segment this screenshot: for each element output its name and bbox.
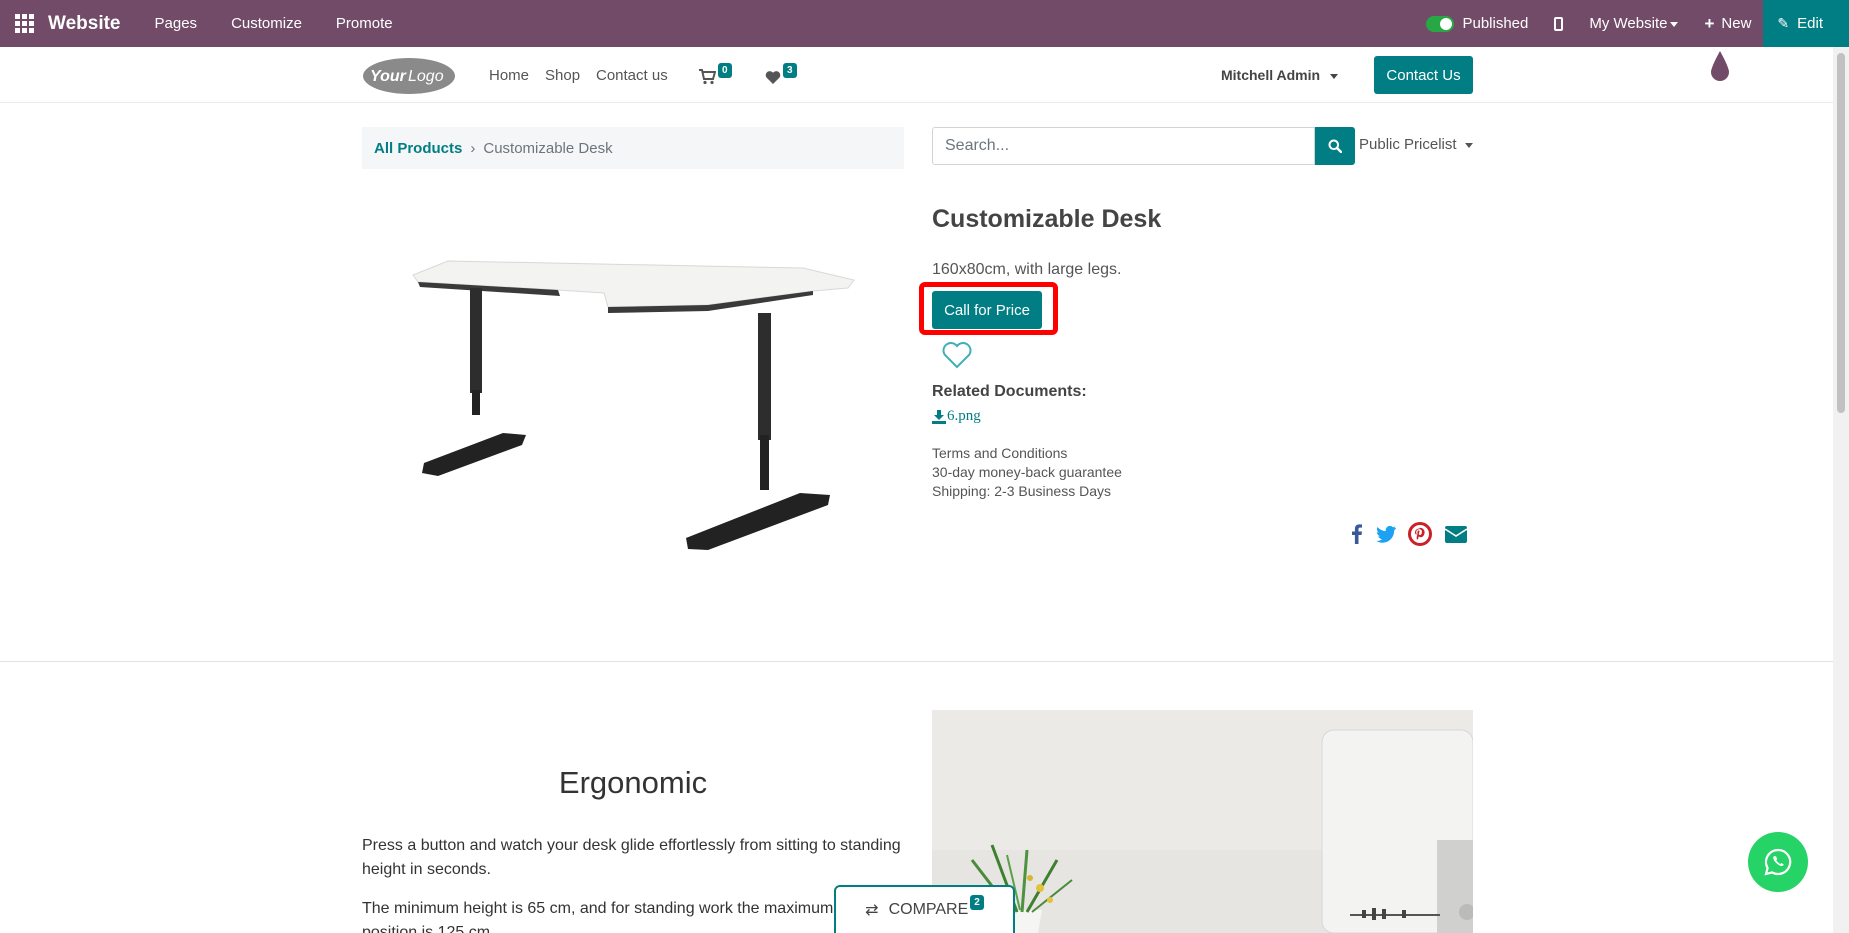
pencil-icon: ✎ (1777, 15, 1790, 31)
product-image[interactable] (408, 255, 858, 555)
search-icon (1328, 139, 1342, 153)
compare-count-badge: 2 (970, 894, 984, 910)
menu-promote[interactable]: Promote (336, 15, 393, 32)
svg-text:Your: Your (370, 68, 407, 85)
whatsapp-button[interactable] (1748, 832, 1808, 892)
guarantee-text: 30-day money-back guarantee (932, 464, 1122, 480)
section-paragraph-2: The minimum height is 65 cm, and for sta… (362, 900, 882, 933)
pinterest-icon[interactable] (1408, 522, 1432, 546)
terms-link[interactable]: Terms and Conditions (932, 444, 1122, 463)
breadcrumb-current: Customizable Desk (483, 139, 613, 157)
published-label[interactable]: Published (1462, 15, 1528, 32)
call-for-price-button[interactable]: Call for Price (932, 291, 1042, 329)
facebook-icon[interactable] (1345, 522, 1369, 546)
whatsapp-icon (1764, 848, 1792, 876)
scrollbar-thumb[interactable] (1837, 53, 1845, 413)
compare-button[interactable]: ⇄ COMPARE 2 (834, 885, 1015, 933)
wishlist-link[interactable]: 3 (765, 63, 797, 85)
contact-us-button[interactable]: Contact Us (1374, 56, 1473, 94)
published-toggle[interactable] (1426, 15, 1455, 32)
section-title: Ergonomic (558, 765, 708, 800)
new-button[interactable]: + New (1704, 14, 1751, 34)
breadcrumb-all-products[interactable]: All Products (374, 140, 462, 157)
section-divider (0, 661, 1833, 662)
product-title: Customizable Desk (932, 205, 1162, 233)
document-link[interactable]: 6.png (932, 408, 981, 425)
menu-customize[interactable]: Customize (231, 15, 302, 32)
section-paragraph-1: Press a button and watch your desk glide… (362, 837, 901, 878)
site-header: Your Logo Home Shop Contact us 0 3 Mitch… (0, 47, 1833, 103)
site-logo[interactable]: Your Logo (362, 55, 456, 95)
pricelist-dropdown[interactable]: Public Pricelist (1359, 136, 1473, 153)
heart-icon (765, 71, 781, 84)
search-input[interactable]: Search... (932, 127, 1315, 165)
edit-button[interactable]: ✎ Edit (1763, 0, 1849, 47)
breadcrumb: All Products › Customizable Desk (362, 127, 904, 169)
related-documents-label: Related Documents: (932, 383, 1087, 400)
breadcrumb-separator-icon: › (470, 139, 476, 157)
add-to-wishlist-icon[interactable] (941, 340, 973, 370)
menu-pages[interactable]: Pages (155, 15, 198, 32)
admin-topbar: Website Pages Customize Promote Publishe… (0, 0, 1849, 47)
cart-icon (699, 69, 716, 85)
nav-contact[interactable]: Contact us (596, 67, 668, 84)
cart-link[interactable]: 0 (699, 63, 732, 85)
exchange-icon: ⇄ (865, 902, 879, 919)
apps-menu-icon[interactable] (0, 0, 48, 47)
nav-home[interactable]: Home (489, 67, 529, 84)
plus-icon: + (1704, 13, 1715, 33)
user-menu[interactable]: Mitchell Admin (1221, 67, 1338, 83)
nav-shop[interactable]: Shop (545, 67, 580, 84)
shipping-text: Shipping: 2-3 Business Days (932, 483, 1111, 499)
search-button[interactable] (1315, 127, 1355, 165)
download-icon (932, 409, 946, 424)
terms-block: Terms and Conditions 30-day money-back g… (932, 444, 1122, 501)
theme-drop-icon[interactable] (1710, 49, 1730, 81)
wishlist-count-badge: 3 (783, 63, 797, 78)
website-selector[interactable]: My Website (1589, 15, 1679, 32)
twitter-icon[interactable] (1374, 522, 1398, 546)
product-description: 160x80cm, with large legs. (932, 261, 1122, 278)
page-scrollbar[interactable] (1833, 47, 1849, 933)
cart-count-badge: 0 (718, 63, 732, 78)
email-icon[interactable] (1444, 522, 1468, 546)
mobile-preview-icon[interactable] (1554, 16, 1564, 31)
svg-text:Logo: Logo (408, 68, 444, 85)
app-brand[interactable]: Website (48, 13, 121, 35)
